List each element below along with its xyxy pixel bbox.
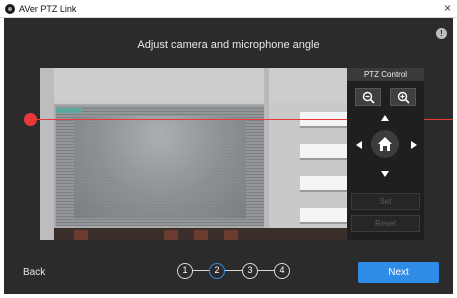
- page-title: Adjust camera and microphone angle: [137, 39, 320, 51]
- ceiling-edge: [40, 68, 54, 240]
- wall-item: [194, 230, 208, 240]
- zoom-in-button[interactable]: [390, 88, 416, 106]
- next-button[interactable]: Next: [358, 262, 439, 283]
- set-button[interactable]: Set: [351, 193, 420, 210]
- ptz-header: PTZ Control: [347, 68, 424, 81]
- wall-item: [164, 230, 178, 240]
- aver-logo-icon: [5, 4, 15, 14]
- step-4: 4: [274, 263, 290, 279]
- tile-label-sticker: [56, 108, 82, 113]
- home-icon: [378, 137, 392, 151]
- step-1: 1: [177, 263, 193, 279]
- wall-item: [74, 230, 88, 240]
- angle-guide-handle[interactable]: [24, 113, 37, 126]
- step-connector: [225, 270, 242, 271]
- step-2-current: 2: [209, 263, 225, 279]
- arrow-up-icon[interactable]: [381, 115, 389, 121]
- speaker-grille: [74, 116, 246, 218]
- ceiling-area: [54, 68, 347, 102]
- ceiling-speaker-tile: [54, 104, 266, 228]
- zoom-out-button[interactable]: [355, 88, 381, 106]
- light-panel: [300, 176, 347, 190]
- light-panel: [300, 208, 347, 222]
- arrow-down-icon[interactable]: [381, 171, 389, 177]
- zoom-in-icon: [397, 91, 410, 104]
- ptz-control-panel: PTZ Control Set Reset: [347, 68, 424, 240]
- zoom-out-icon: [362, 91, 375, 104]
- reset-button[interactable]: Reset: [351, 215, 420, 232]
- wizard-panel: Adjust camera and microphone angle ! PTZ…: [4, 18, 453, 294]
- room-wall-strip: [54, 228, 347, 240]
- arrow-left-icon[interactable]: [356, 141, 362, 149]
- back-button[interactable]: Back: [23, 267, 45, 278]
- step-connector: [193, 270, 209, 271]
- arrow-right-icon[interactable]: [411, 141, 417, 149]
- light-panel: [300, 144, 347, 158]
- window-title: AVer PTZ Link: [19, 4, 77, 14]
- step-3: 3: [242, 263, 258, 279]
- ceiling-light: [300, 112, 347, 240]
- home-button[interactable]: [371, 130, 399, 158]
- camera-preview[interactable]: [40, 68, 347, 240]
- title-bar: AVer PTZ Link ×: [0, 0, 457, 18]
- step-indicator: 1 2 3 4: [177, 261, 290, 281]
- close-button[interactable]: ×: [444, 1, 451, 15]
- help-icon[interactable]: !: [436, 28, 447, 39]
- wall-item: [224, 230, 238, 240]
- step-connector: [258, 270, 274, 271]
- ceiling-grid-bar: [264, 68, 269, 240]
